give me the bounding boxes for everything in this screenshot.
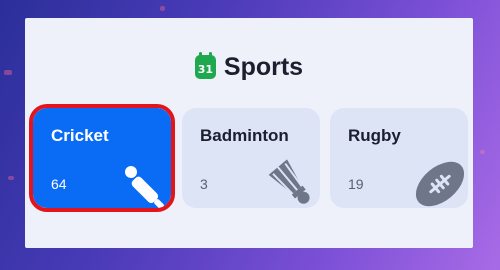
background-confetti [480, 150, 485, 154]
sport-card-name: Cricket [51, 126, 109, 145]
background-confetti [160, 6, 165, 11]
background-confetti [8, 176, 14, 180]
sport-card-name: Badminton [200, 126, 289, 145]
sport-card-cricket[interactable]: Cricket 64 [29, 104, 175, 212]
sport-card-count: 3 [200, 176, 208, 192]
sport-card-name: Rugby [348, 126, 401, 145]
sport-card-rugby[interactable]: Rugby 19 [330, 108, 468, 208]
sport-card-count: 19 [348, 176, 364, 192]
shuttlecock-icon [268, 159, 310, 204]
calendar-icon: 31 [194, 52, 216, 79]
background-confetti [4, 70, 12, 75]
cricket-icon [125, 166, 164, 208]
rugby-ball-icon [415, 161, 465, 207]
sport-card-count: 64 [51, 176, 67, 192]
sport-card-badminton[interactable]: Badminton 3 [182, 108, 320, 208]
panel-header: 31 Sports [25, 50, 473, 84]
page-title: Sports [223, 52, 304, 81]
sports-panel: 31 Sports Cricket 64 Badminton 3 Rugby 1… [25, 18, 473, 248]
